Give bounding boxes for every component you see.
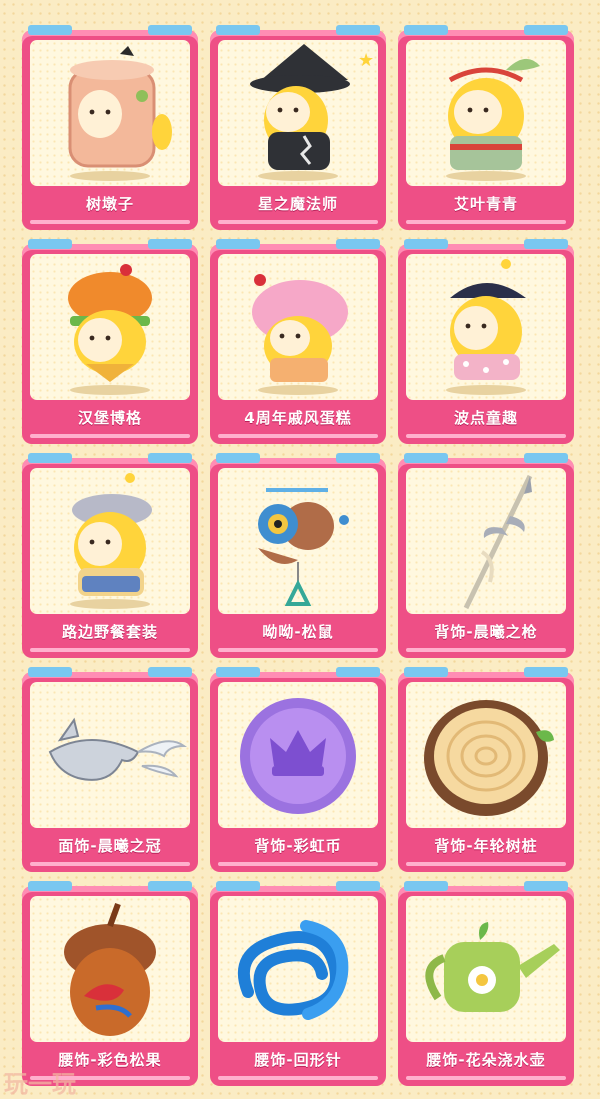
reward-label: 腰饰-回形针 [254,1051,342,1069]
card-notch [404,667,448,677]
card-stripe [406,434,566,438]
watering-can-icon [406,896,566,1042]
card-notch [404,881,448,891]
reward-card[interactable]: 树墩子 [22,25,198,230]
reward-card[interactable]: 腰饰-彩色松果 [22,881,198,1086]
card-notch [524,239,568,249]
card-stripe [406,220,566,224]
card-notch [28,881,72,891]
card-notch [148,453,192,463]
card-notch [216,239,260,249]
card-notch [28,453,72,463]
tree-ring-stump-icon [406,682,566,828]
card-notch [524,453,568,463]
reward-card[interactable]: ★ 星之魔法师 [210,25,386,230]
card-stripe [30,220,190,224]
reward-label: 树墩子 [85,195,134,213]
spear-back-accessory-icon [406,468,566,614]
reward-card[interactable]: 腰饰-花朵浇水壶 [398,881,574,1086]
card-stripe [218,434,378,438]
card-notch [216,667,260,677]
reward-card[interactable]: 4周年戚风蛋糕 [210,239,386,444]
reward-label: 呦呦-松鼠 [262,623,334,641]
reward-card[interactable]: 腰饰-回形针 [210,881,386,1086]
card-notch [524,667,568,677]
rainbow-coin-icon [218,682,378,828]
card-stripe [30,862,190,866]
card-stripe [218,1076,378,1080]
card-notch [148,667,192,677]
reward-label: 星之魔法师 [257,195,338,213]
star-wizard-costume-icon: ★ [218,40,378,186]
reward-card[interactable]: 路边野餐套装 [22,453,198,658]
card-notch [148,239,192,249]
reward-card[interactable]: 波点童趣 [398,239,574,444]
card-stripe [218,648,378,652]
watermark: 玩一玩 [4,1069,76,1098]
reward-label: 路边野餐套装 [61,623,158,641]
reward-label: 面饰-晨曦之冠 [58,837,162,855]
card-stripe [30,434,190,438]
card-notch [336,239,380,249]
reward-label: 背饰-晨曦之枪 [434,623,538,641]
reward-label: 背饰-年轮树桩 [434,837,538,855]
card-stripe [406,1076,566,1080]
mugwort-costume-icon [406,40,566,186]
acorn-waist-accessory-icon [30,896,190,1042]
card-notch [524,25,568,35]
card-stripe [406,862,566,866]
card-notch [404,239,448,249]
card-notch [148,881,192,891]
card-notch [28,25,72,35]
reward-card[interactable]: 呦呦-松鼠 [210,453,386,658]
card-notch [216,453,260,463]
reward-label: 波点童趣 [453,409,518,427]
card-notch [336,25,380,35]
reward-label: 4周年戚风蛋糕 [244,409,352,427]
card-notch [148,25,192,35]
card-notch [524,881,568,891]
card-stripe [218,220,378,224]
picnic-costume-icon [30,468,190,614]
crown-face-accessory-icon [30,682,190,828]
card-stripe [30,648,190,652]
reward-label: 汉堡博格 [77,409,142,427]
card-notch [404,25,448,35]
reward-label: 艾叶青青 [453,195,518,213]
hamburger-costume-icon [30,254,190,400]
reward-card[interactable]: 面饰-晨曦之冠 [22,667,198,872]
paperclip-waist-accessory-icon [218,896,378,1042]
reward-label: 背饰-彩虹币 [254,837,342,855]
tree-stump-costume-icon [30,40,190,186]
card-notch [336,881,380,891]
card-notch [28,667,72,677]
reward-label: 腰饰-花朵浇水壶 [426,1051,546,1069]
reward-card[interactable]: 背饰-彩虹币 [210,667,386,872]
squirrel-pet-icon [218,468,378,614]
card-notch [28,239,72,249]
reward-card[interactable]: 汉堡博格 [22,239,198,444]
card-stripe [218,862,378,866]
card-notch [216,881,260,891]
reward-grid: 树墩子 ★ 星之魔法师 艾叶青青 汉堡博格 4周年戚风蛋糕 波点童趣 路边野餐套… [0,0,600,1096]
chiffon-cake-costume-icon [218,254,378,400]
reward-card[interactable]: 艾叶青青 [398,25,574,230]
card-notch [404,453,448,463]
card-stripe [406,648,566,652]
polka-dot-costume-icon [406,254,566,400]
reward-card[interactable]: 背饰-晨曦之枪 [398,453,574,658]
reward-card[interactable]: 背饰-年轮树桩 [398,667,574,872]
card-notch [216,25,260,35]
card-notch [336,453,380,463]
card-notch [336,667,380,677]
svg-text:★: ★ [358,50,374,71]
